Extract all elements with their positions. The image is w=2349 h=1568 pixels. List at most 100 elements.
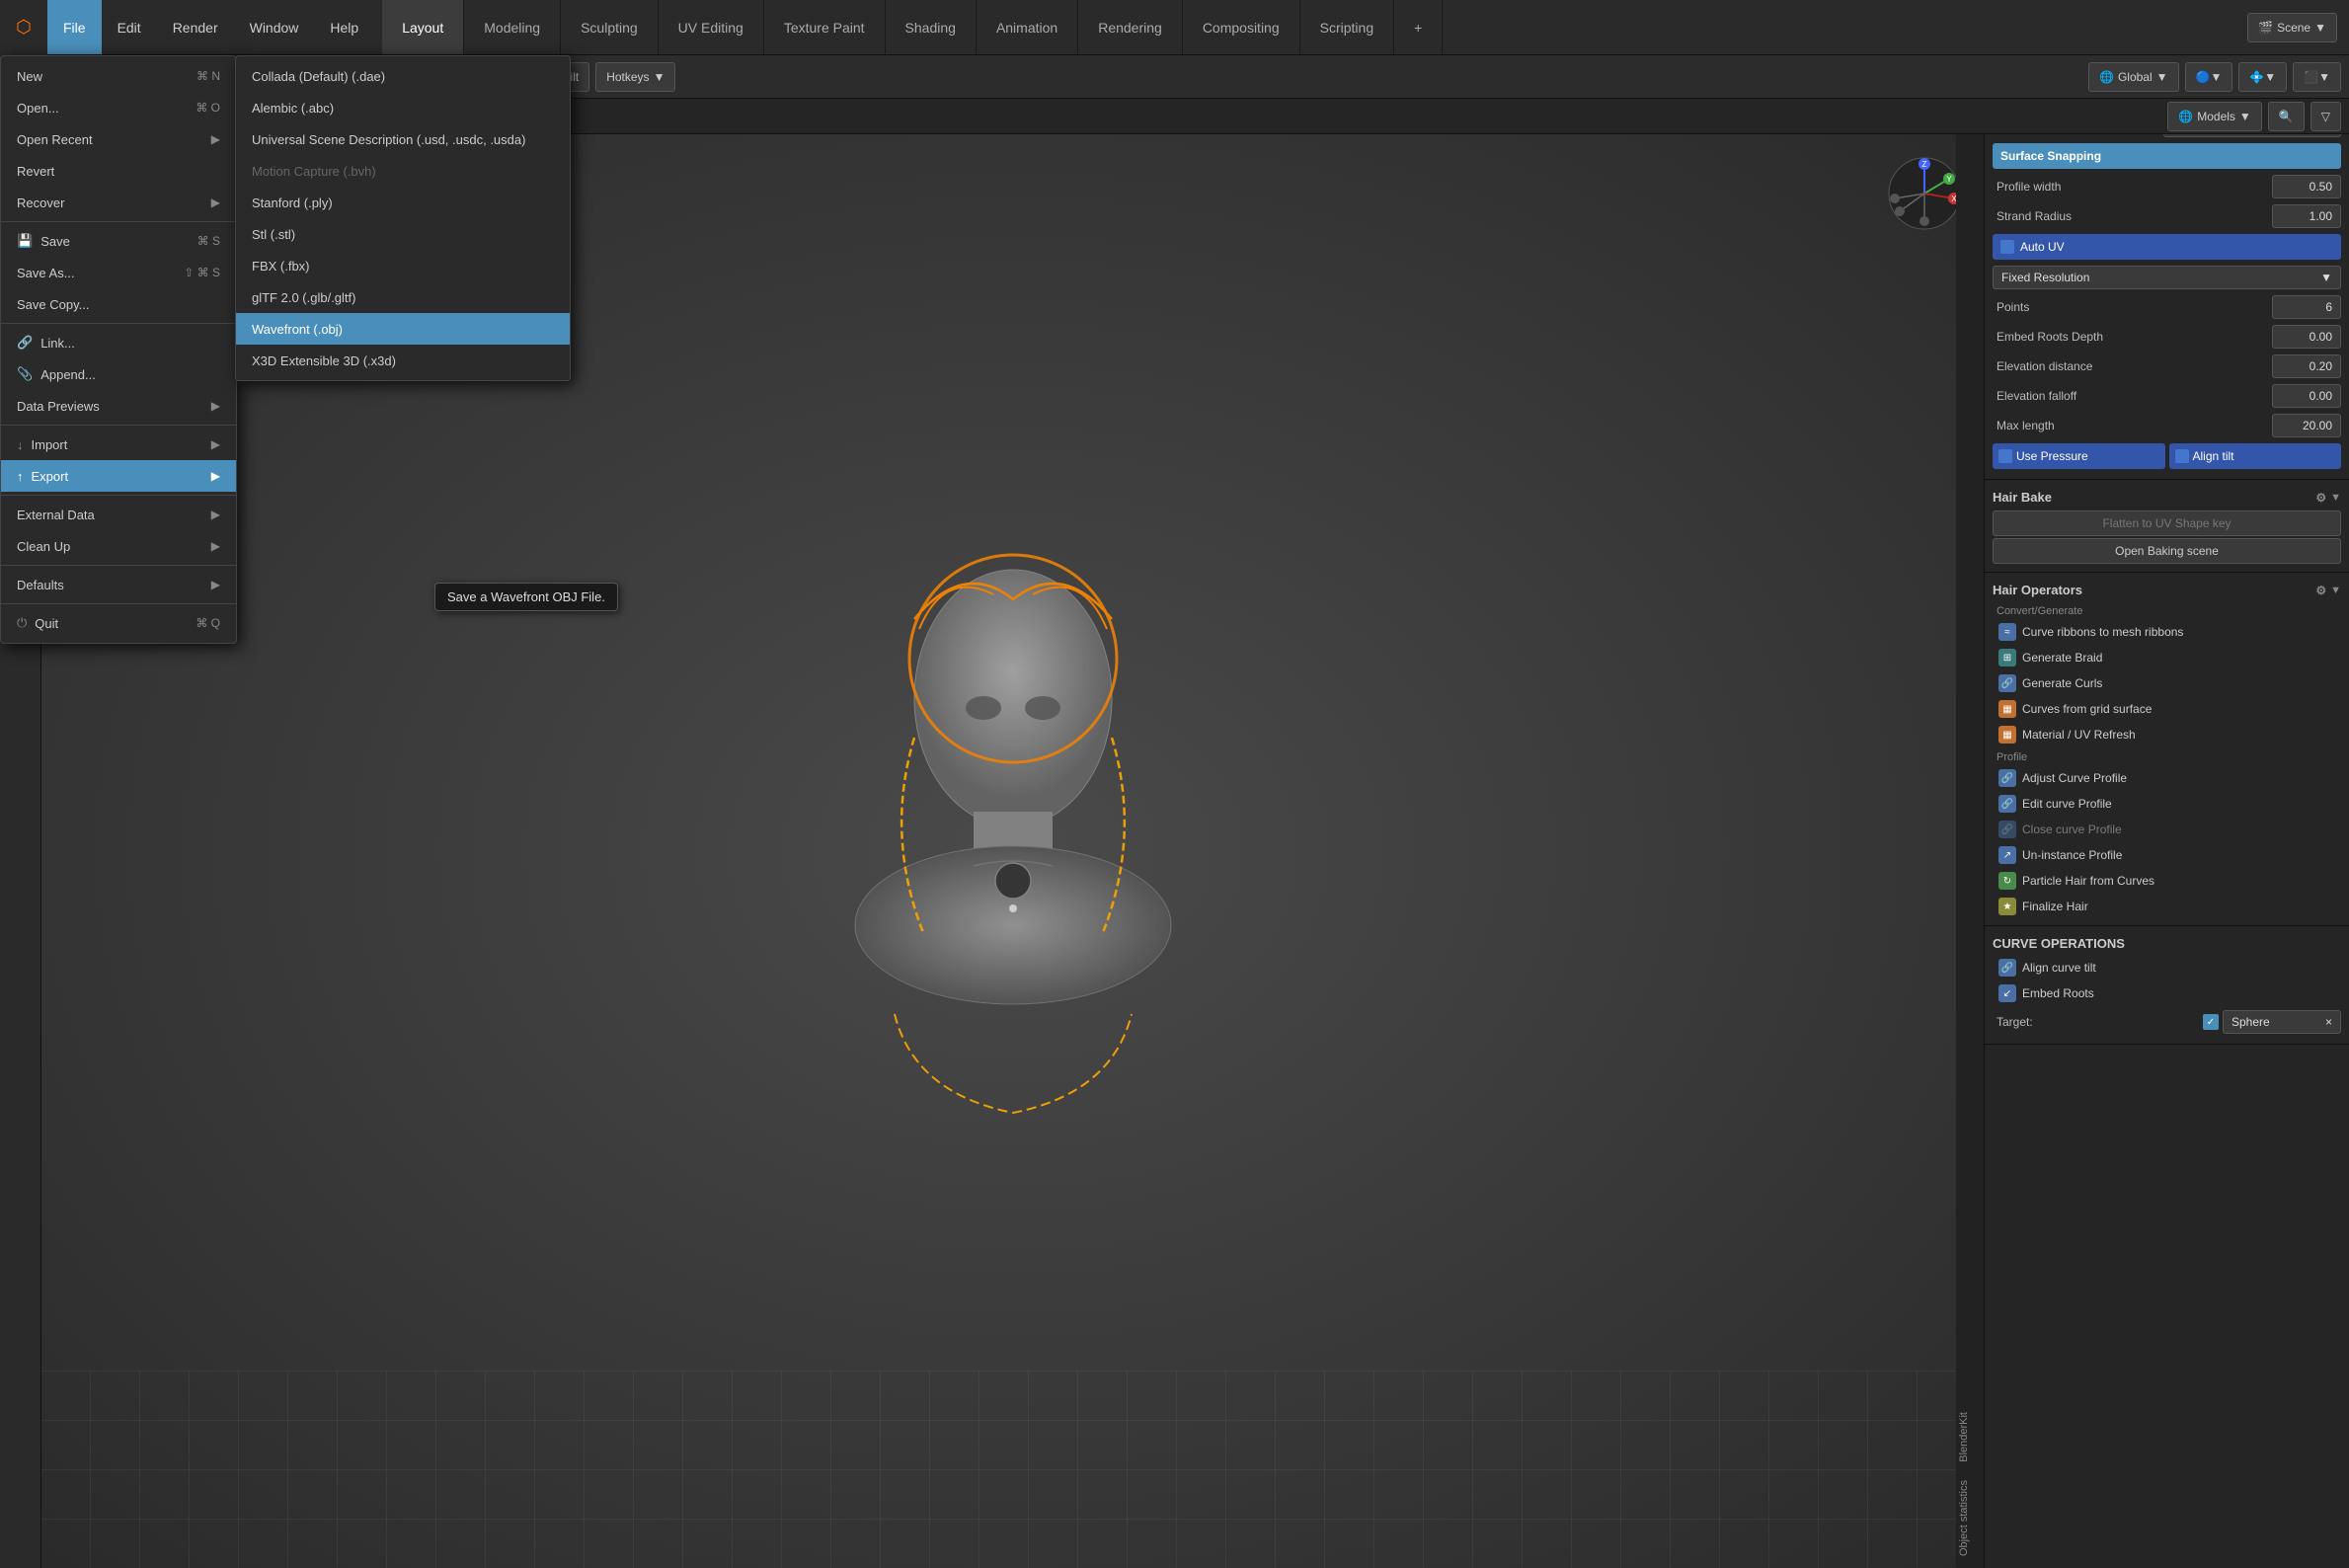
curves-grid-btn[interactable]: ▦ Curves from grid surface — [1993, 696, 2341, 722]
elevation-dist-value[interactable]: 0.20 — [2272, 354, 2341, 378]
menu-save-shortcut: ⌘ S — [197, 234, 220, 248]
viewport-gizmo: Z Y X — [1885, 154, 1964, 233]
export-stanford[interactable]: Stanford (.ply) — [236, 187, 570, 218]
particle-hair-btn[interactable]: ↻ Particle Hair from Curves — [1993, 868, 2341, 894]
menu-defaults[interactable]: Defaults ▶ — [1, 569, 236, 600]
viewport-overlay-btn[interactable]: 🔵▼ — [2185, 62, 2233, 92]
menu-open[interactable]: Open... ⌘ O — [1, 92, 236, 123]
menu-new[interactable]: New ⌘ N — [1, 60, 236, 92]
character-figure — [766, 540, 1260, 1231]
menu-import[interactable]: ↓ Import ▶ — [1, 429, 236, 460]
hair-operators-settings-icon[interactable]: ⚙ — [2315, 584, 2326, 597]
menu-open-recent[interactable]: Open Recent ▶ — [1, 123, 236, 155]
export-fbx[interactable]: FBX (.fbx) — [236, 250, 570, 281]
export-wavefront[interactable]: Wavefront (.obj) — [236, 313, 570, 345]
tab-uv-editing[interactable]: UV Editing — [659, 0, 764, 54]
menu-save-copy-label: Save Copy... — [17, 297, 89, 312]
menu-save-copy[interactable]: Save Copy... — [1, 288, 236, 320]
export-stl[interactable]: Stl (.stl) — [236, 218, 570, 250]
align-tilt-panel-btn[interactable]: Align tilt — [2169, 443, 2342, 469]
hair-bake-settings-icon[interactable]: ⚙ — [2315, 491, 2326, 505]
file-menu-sep-6 — [1, 603, 236, 604]
file-menu-sep-5 — [1, 565, 236, 566]
surface-snapping-btn[interactable]: Surface Snapping — [1993, 143, 2341, 169]
tab-modeling[interactable]: Modeling — [464, 0, 561, 54]
strand-radius-value[interactable]: 1.00 — [2272, 204, 2341, 228]
tab-scripting[interactable]: Scripting — [1300, 0, 1394, 54]
viewport-shading-btn[interactable]: 💠▼ — [2238, 62, 2287, 92]
global-btn[interactable]: 🌐 Global ▼ — [2088, 62, 2179, 92]
menu-revert[interactable]: Revert — [1, 155, 236, 187]
export-x3d[interactable]: X3D Extensible 3D (.x3d) — [236, 345, 570, 376]
embed-roots-value[interactable]: 0.00 — [2272, 325, 2341, 349]
tab-compositing[interactable]: Compositing — [1183, 0, 1300, 54]
export-gltf[interactable]: glTF 2.0 (.glb/.gltf) — [236, 281, 570, 313]
tab-add[interactable]: + — [1394, 0, 1443, 54]
search-btn[interactable]: 🔍 — [2268, 102, 2305, 131]
material-uv-btn[interactable]: ▦ Material / UV Refresh — [1993, 722, 2341, 747]
hotkeys-btn[interactable]: Hotkeys ▼ — [595, 62, 675, 92]
tab-texture-paint[interactable]: Texture Paint — [764, 0, 886, 54]
close-profile-btn[interactable]: 🔗 Close curve Profile — [1993, 817, 2341, 842]
data-previews-arrow: ▶ — [211, 399, 220, 413]
filter-btn[interactable]: ▽ — [2310, 102, 2341, 131]
menu-save-as[interactable]: Save As... ⇧ ⌘ S — [1, 257, 236, 288]
menu-render[interactable]: Render — [157, 0, 234, 54]
menu-new-label: New — [17, 69, 42, 84]
finalize-hair-btn[interactable]: ★ Finalize Hair — [1993, 894, 2341, 919]
menu-file[interactable]: File — [47, 0, 102, 54]
menu-recover[interactable]: Recover ▶ — [1, 187, 236, 218]
menu-external-data-label: External Data — [17, 508, 95, 522]
max-length-value[interactable]: 20.00 — [2272, 414, 2341, 437]
right-tab-blenderkit[interactable]: BlenderKit — [1958, 1404, 1982, 1470]
menu-append[interactable]: 📎 Append... — [1, 358, 236, 390]
models-btn[interactable]: 🌐 Models ▼ — [2167, 102, 2262, 131]
export-collada[interactable]: Collada (Default) (.dae) — [236, 60, 570, 92]
wavefront-tooltip: Save a Wavefront OBJ File. — [434, 583, 618, 611]
menu-save[interactable]: 💾 Save ⌘ S — [1, 225, 236, 257]
generate-curls-btn[interactable]: 🔗 Generate Curls — [1993, 670, 2341, 696]
menu-help[interactable]: Help — [314, 0, 374, 54]
curve-ribbons-icon: ≈ — [1998, 623, 2016, 641]
right-tab-stats[interactable]: Object statistics — [1958, 1472, 1982, 1564]
hair-bake-header[interactable]: Hair Bake ⚙ ▼ — [1993, 486, 2341, 509]
hair-operators-header[interactable]: Hair Operators ⚙ ▼ — [1993, 579, 2341, 601]
target-sphere-select[interactable]: Sphere × — [2223, 1010, 2341, 1034]
menu-export[interactable]: ↑ Export ▶ — [1, 460, 236, 492]
curve-ops-header[interactable]: CURVE OPERATIONS — [1993, 932, 2341, 955]
menu-link[interactable]: 🔗 Link... — [1, 327, 236, 358]
tab-layout[interactable]: Layout — [382, 0, 464, 54]
open-baking-btn[interactable]: Open Baking scene — [1993, 538, 2341, 564]
embed-roots-btn[interactable]: ↙ Embed Roots — [1993, 980, 2341, 1006]
export-usd[interactable]: Universal Scene Description (.usd, .usdc… — [236, 123, 570, 155]
tab-animation[interactable]: Animation — [977, 0, 1078, 54]
scene-selector[interactable]: 🎬 Scene ▼ — [2247, 13, 2337, 42]
profile-width-value[interactable]: 0.50 — [2272, 175, 2341, 198]
fixed-resolution-select[interactable]: Fixed Resolution ▼ — [1993, 266, 2341, 289]
viewport-mode-btn[interactable]: ⬛▼ — [2293, 62, 2341, 92]
edit-profile-btn[interactable]: 🔗 Edit curve Profile — [1993, 791, 2341, 817]
auto-uv-btn[interactable]: Auto UV — [1993, 234, 2341, 260]
tab-shading[interactable]: Shading — [886, 0, 977, 54]
uninstance-profile-btn[interactable]: ↗ Un-instance Profile — [1993, 842, 2341, 868]
menu-quit[interactable]: ⏻ Quit ⌘ Q — [1, 607, 236, 639]
tab-rendering[interactable]: Rendering — [1078, 0, 1183, 54]
menu-window[interactable]: Window — [234, 0, 315, 54]
menu-clean-up[interactable]: Clean Up ▶ — [1, 530, 236, 562]
elevation-falloff-value[interactable]: 0.00 — [2272, 384, 2341, 408]
adjust-profile-label: Adjust Curve Profile — [2022, 771, 2127, 785]
use-pressure-btn[interactable]: Use Pressure — [1993, 443, 2165, 469]
menu-external-data[interactable]: External Data ▶ — [1, 499, 236, 530]
points-value[interactable]: 6 — [2272, 295, 2341, 319]
generate-braid-btn[interactable]: ⊞ Generate Braid — [1993, 645, 2341, 670]
curve-ops-title: CURVE OPERATIONS — [1993, 936, 2125, 951]
menu-edit[interactable]: Edit — [102, 0, 157, 54]
flatten-btn[interactable]: Flatten to UV Shape key — [1993, 510, 2341, 536]
menu-data-previews[interactable]: Data Previews ▶ — [1, 390, 236, 422]
tab-sculpting[interactable]: Sculpting — [561, 0, 659, 54]
close-profile-label: Close curve Profile — [2022, 823, 2122, 836]
curve-ribbons-btn[interactable]: ≈ Curve ribbons to mesh ribbons — [1993, 619, 2341, 645]
align-curve-tilt-btn[interactable]: 🔗 Align curve tilt — [1993, 955, 2341, 980]
adjust-profile-btn[interactable]: 🔗 Adjust Curve Profile — [1993, 765, 2341, 791]
export-alembic[interactable]: Alembic (.abc) — [236, 92, 570, 123]
